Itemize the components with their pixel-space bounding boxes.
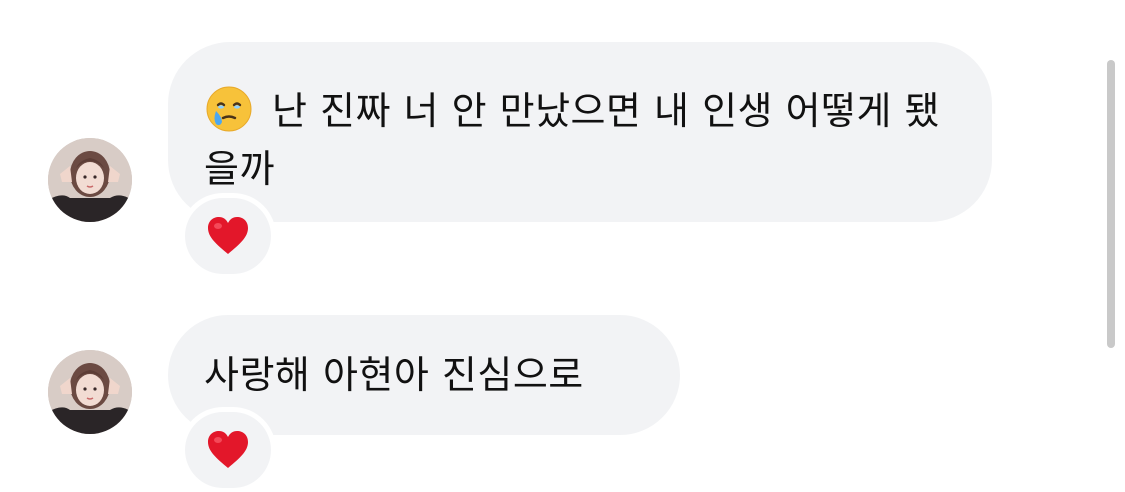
message-bubble[interactable]: 난 진짜 너 안 만났으면 내 인생 어떻게 됐을까 [168, 42, 992, 222]
avatar-photo [48, 350, 132, 434]
reaction-badge[interactable] [185, 198, 271, 274]
face-holding-back-tears-icon [204, 84, 262, 134]
avatar-photo [48, 138, 132, 222]
red-heart-icon [208, 431, 248, 468]
scrollbar-thumb[interactable] [1107, 60, 1115, 348]
red-heart-icon [208, 217, 248, 254]
message-text: 난 진짜 너 안 만났으면 내 인생 어떻게 됐을까 [204, 89, 940, 191]
reaction-badge[interactable] [185, 412, 271, 488]
avatar[interactable] [48, 350, 132, 434]
message-text: 사랑해 아현아 진심으로 [204, 353, 584, 397]
avatar[interactable] [48, 138, 132, 222]
chat-thread[interactable]: 난 진짜 너 안 만났으면 내 인생 어떻게 됐을까 사랑해 아현아 진심으로 [0, 0, 1125, 492]
